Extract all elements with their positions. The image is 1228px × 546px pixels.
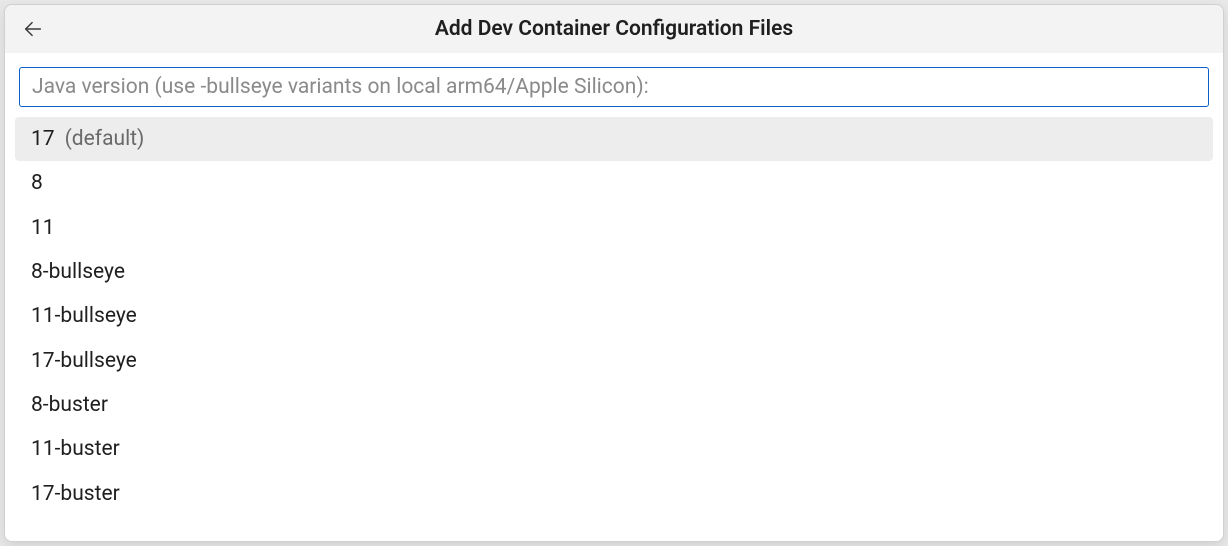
list-item-label: 8-bullseye — [31, 258, 125, 286]
java-version-input[interactable] — [19, 67, 1209, 107]
list-item[interactable]: 8-bullseye — [15, 250, 1213, 294]
quickpick-panel: Add Dev Container Configuration Files 17… — [4, 4, 1224, 542]
input-container — [5, 53, 1223, 117]
list-item[interactable]: 11-bullseye — [15, 294, 1213, 338]
list-item-label: 8 — [31, 169, 43, 197]
list-item[interactable]: 11 — [15, 206, 1213, 250]
options-list: 17 (default) 8 11 8-bullseye 11-bullseye 17-bu… — [5, 117, 1223, 541]
back-button[interactable] — [19, 15, 47, 43]
quickpick-header: Add Dev Container Configuration Files — [5, 5, 1223, 53]
list-item[interactable]: 11-buster — [15, 427, 1213, 471]
list-item-label: 11-bullseye — [31, 302, 137, 330]
list-item-label: 17-bullseye — [31, 347, 137, 375]
list-item-label: 8-buster — [31, 391, 108, 419]
list-item-label: 17-buster — [31, 480, 120, 508]
quickpick-title: Add Dev Container Configuration Files — [5, 17, 1223, 41]
list-item-label: 11 — [31, 214, 55, 242]
arrow-left-icon — [22, 18, 44, 40]
list-item-label: 17 — [31, 125, 55, 153]
list-item-label: 11-buster — [31, 435, 120, 463]
list-item[interactable]: 17-buster — [15, 472, 1213, 516]
list-item[interactable]: 17-bullseye — [15, 339, 1213, 383]
list-item[interactable]: 8 — [15, 161, 1213, 205]
list-item[interactable]: 8-buster — [15, 383, 1213, 427]
list-item[interactable]: 17 (default) — [15, 117, 1213, 161]
list-item-description: (default) — [65, 125, 145, 153]
